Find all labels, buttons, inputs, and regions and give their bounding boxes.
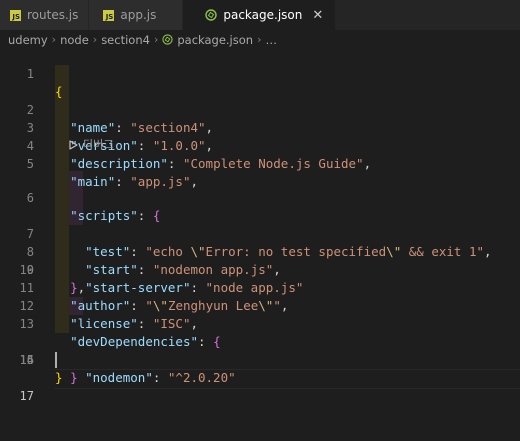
debug-label[interactable]: 디버그 bbox=[83, 137, 113, 153]
code-line: 10 }, bbox=[0, 225, 520, 295]
chevron-right-icon: › bbox=[153, 33, 159, 46]
tab-bar: JS routes.js JS app.js package.json ✕ bbox=[0, 0, 520, 30]
code-line: 15 } bbox=[0, 315, 520, 385]
code-line: 5 "main": "app.js", bbox=[0, 119, 520, 189]
code-line: 12 "license": "ISC", bbox=[0, 261, 520, 331]
breadcrumb-item[interactable]: udemy bbox=[8, 33, 48, 47]
code-line: 16 } bbox=[0, 333, 520, 385]
breadcrumb-item[interactable]: section4 bbox=[101, 33, 150, 47]
npm-icon bbox=[205, 9, 218, 21]
tab-label: package.json bbox=[223, 8, 303, 22]
code-line-current[interactable]: 17 bbox=[0, 351, 520, 403]
tab-routes-js[interactable]: JS routes.js bbox=[0, 0, 90, 30]
code-line: 4 "description": "Complete Node.js Guide… bbox=[0, 101, 520, 171]
code-line: 14 "nodemon": "^2.0.20" bbox=[0, 297, 520, 385]
current-line-highlight bbox=[54, 369, 520, 389]
chevron-right-icon: › bbox=[257, 33, 262, 46]
text-cursor bbox=[55, 352, 57, 368]
code-line: 13 "devDependencies": { bbox=[0, 279, 520, 349]
tab-label: app.js bbox=[120, 8, 157, 22]
debug-codelens[interactable]: 디버그 bbox=[0, 137, 520, 153]
chevron-right-icon: › bbox=[51, 33, 57, 46]
code-line: 3 "version": "1.0.0", bbox=[0, 83, 520, 153]
code-line: 6 "scripts": { bbox=[0, 153, 520, 223]
code-editor[interactable]: 1 { 2 "name": "section4", 3 "version": "… bbox=[0, 47, 520, 403]
code-line: 8 "start": "nodemon app.js", bbox=[0, 189, 520, 277]
breadcrumb-item[interactable]: … bbox=[265, 33, 277, 47]
code-line: 7 "test": "echo \"Error: no test specifi… bbox=[0, 171, 520, 259]
chevron-right-icon: › bbox=[92, 33, 98, 46]
tab-label: routes.js bbox=[27, 8, 79, 22]
line-number: 17 bbox=[19, 389, 34, 403]
npm-icon bbox=[162, 34, 173, 45]
code-line: 2 "name": "section4", bbox=[0, 65, 520, 135]
code-line: 1 { bbox=[0, 47, 520, 99]
js-icon: JS bbox=[10, 9, 21, 21]
js-icon: JS bbox=[103, 9, 115, 21]
code-line: 9 "start-server": "node app.js" bbox=[0, 207, 520, 295]
breadcrumb-item[interactable]: package.json bbox=[177, 33, 253, 47]
play-icon bbox=[69, 140, 78, 150]
tab-app-js[interactable]: JS app.js bbox=[89, 0, 184, 30]
code-line: 11 "author": "\"Zenghyun Lee\"", bbox=[0, 243, 520, 313]
tab-package-json[interactable]: package.json ✕ bbox=[183, 0, 337, 30]
breadcrumb-item[interactable]: node bbox=[60, 33, 89, 47]
close-icon[interactable]: ✕ bbox=[312, 8, 323, 23]
